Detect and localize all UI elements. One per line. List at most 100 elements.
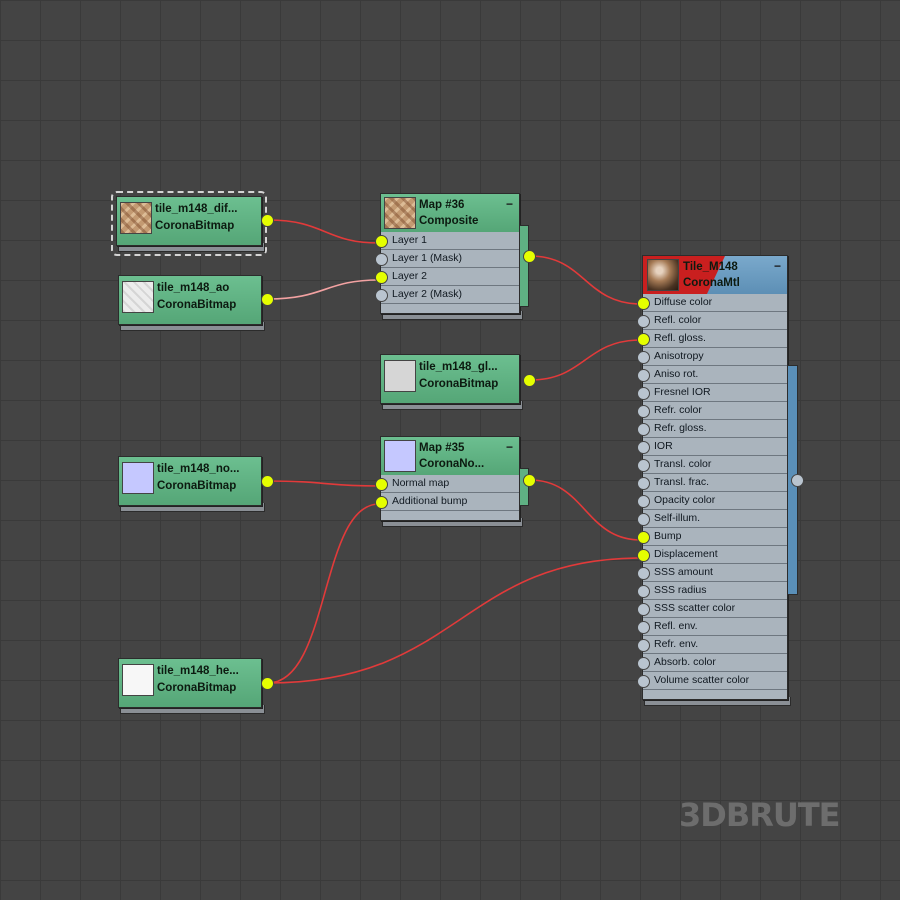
output-socket[interactable] xyxy=(261,214,274,227)
input-socket[interactable] xyxy=(637,585,650,598)
lavender-normal-thumbnail xyxy=(122,462,154,494)
node-type: CoronaBitmap xyxy=(155,220,235,232)
material-slot-list: Diffuse color Refl. color Refl. gloss. Anis… xyxy=(637,294,787,689)
input-socket[interactable] xyxy=(637,297,650,310)
slot-self-illum[interactable]: Self-illum. xyxy=(637,510,787,528)
node-height-bitmap[interactable]: tile_m148_he... CoronaBitmap xyxy=(118,658,274,714)
slot-layer-2[interactable]: Layer 2 xyxy=(375,268,519,286)
lavender-normal-thumbnail xyxy=(384,440,416,472)
node-normal-bitmap[interactable]: tile_m148_no... CoronaBitmap xyxy=(118,456,274,512)
wire-composite-to-diffuse[interactable] xyxy=(529,255,642,305)
wire-ao-to-layer2[interactable] xyxy=(267,279,380,300)
slot-transl-frac[interactable]: Transl. frac. xyxy=(637,474,787,492)
slot-refr-env[interactable]: Refr. env. xyxy=(637,636,787,654)
slot-normal-map[interactable]: Normal map xyxy=(375,475,519,493)
slot-refl-gloss[interactable]: Refl. gloss. xyxy=(637,330,787,348)
material-output-socket[interactable] xyxy=(791,474,804,487)
slot-opacity-color[interactable]: Opacity color xyxy=(637,492,787,510)
slot-displacement[interactable]: Displacement xyxy=(637,546,787,564)
input-socket[interactable] xyxy=(637,405,650,418)
minimize-icon[interactable]: − xyxy=(506,440,513,454)
node-name: tile_m148_ao xyxy=(157,282,230,294)
input-socket[interactable] xyxy=(637,621,650,634)
input-socket[interactable] xyxy=(375,253,388,266)
slot-refr-gloss[interactable]: Refr. gloss. xyxy=(637,420,787,438)
node-footer xyxy=(381,303,519,313)
node-name: Map #36 xyxy=(419,199,465,211)
input-socket[interactable] xyxy=(375,496,388,509)
input-socket[interactable] xyxy=(375,478,388,491)
slot-ior[interactable]: IOR xyxy=(637,438,787,456)
input-socket[interactable] xyxy=(637,675,650,688)
node-diffuse-bitmap[interactable]: tile_m148_dif... CoronaBitmap xyxy=(111,191,274,256)
grey-gloss-thumbnail xyxy=(384,360,416,392)
input-socket[interactable] xyxy=(637,657,650,670)
node-composite-map[interactable]: Map #36 Composite − Layer 1 Layer 1 (Mas… xyxy=(375,193,536,320)
node-footer xyxy=(381,510,519,520)
slot-layer-1-mask[interactable]: Layer 1 (Mask) xyxy=(375,250,519,268)
node-corona-material[interactable]: Tile_M148 CoronaMtl − Diffuse color Refl.… xyxy=(637,255,804,706)
output-socket[interactable] xyxy=(523,474,536,487)
slot-aniso-rot[interactable]: Aniso rot. xyxy=(637,366,787,384)
wire-normal-to-normalmap[interactable] xyxy=(267,480,380,487)
wire-height-to-additional-bump[interactable] xyxy=(267,503,380,684)
slot-transl-color[interactable]: Transl. color xyxy=(637,456,787,474)
slot-anisotropy[interactable]: Anisotropy xyxy=(637,348,787,366)
input-socket[interactable] xyxy=(637,477,650,490)
slot-layer-2-mask[interactable]: Layer 2 (Mask) xyxy=(375,286,519,303)
input-socket[interactable] xyxy=(375,271,388,284)
node-ao-bitmap[interactable]: tile_m148_ao CoronaBitmap xyxy=(118,275,274,331)
slot-sss-radius[interactable]: SSS radius xyxy=(637,582,787,600)
node-corona-normal-map[interactable]: Map #35 CoronaNo... − Normal map Additio… xyxy=(375,436,536,527)
slot-fresnel-ior[interactable]: Fresnel IOR xyxy=(637,384,787,402)
wire-height-to-displacement[interactable] xyxy=(267,557,642,684)
input-socket[interactable] xyxy=(637,549,650,562)
white-height-thumbnail xyxy=(122,664,154,696)
input-socket[interactable] xyxy=(637,423,650,436)
input-socket[interactable] xyxy=(375,289,388,302)
input-socket[interactable] xyxy=(637,495,650,508)
minimize-icon[interactable]: − xyxy=(506,197,513,211)
input-socket[interactable] xyxy=(637,333,650,346)
minimize-icon[interactable]: − xyxy=(774,259,781,273)
input-socket[interactable] xyxy=(637,567,650,580)
material-sphere-thumbnail xyxy=(647,259,679,291)
slot-additional-bump[interactable]: Additional bump xyxy=(375,493,519,510)
slot-sss-amount[interactable]: SSS amount xyxy=(637,564,787,582)
input-socket[interactable] xyxy=(637,459,650,472)
output-socket[interactable] xyxy=(523,250,536,263)
output-socket[interactable] xyxy=(261,293,274,306)
input-socket[interactable] xyxy=(637,387,650,400)
wire-gloss-to-refl-gloss[interactable] xyxy=(529,339,642,381)
input-socket[interactable] xyxy=(637,513,650,526)
input-socket[interactable] xyxy=(637,315,650,328)
tile-pattern-thumbnail xyxy=(120,202,152,234)
slot-diffuse-color[interactable]: Diffuse color xyxy=(637,294,787,312)
node-side-tab[interactable] xyxy=(520,225,529,307)
node-type: CoronaBitmap xyxy=(157,682,237,694)
input-socket[interactable] xyxy=(637,441,650,454)
slot-refl-color[interactable]: Refl. color xyxy=(637,312,787,330)
slot-volume-scatter-color[interactable]: Volume scatter color xyxy=(637,672,787,689)
wire-normalmap-to-bump[interactable] xyxy=(529,479,642,541)
input-socket[interactable] xyxy=(637,639,650,652)
node-name: tile_m148_no... xyxy=(157,463,240,475)
input-socket[interactable] xyxy=(637,531,650,544)
slot-absorb-color[interactable]: Absorb. color xyxy=(637,654,787,672)
slot-layer-1[interactable]: Layer 1 xyxy=(375,232,519,250)
input-socket[interactable] xyxy=(637,603,650,616)
output-socket[interactable] xyxy=(261,475,274,488)
slot-sss-scatter-color[interactable]: SSS scatter color xyxy=(637,600,787,618)
input-socket[interactable] xyxy=(637,351,650,364)
wire-diffuse-to-layer1[interactable] xyxy=(267,219,380,244)
input-socket[interactable] xyxy=(637,369,650,382)
node-gloss-bitmap[interactable]: tile_m148_gl... CoronaBitmap xyxy=(380,354,536,410)
output-socket[interactable] xyxy=(261,677,274,690)
slot-refl-env[interactable]: Refl. env. xyxy=(637,618,787,636)
slot-refr-color[interactable]: Refr. color xyxy=(637,402,787,420)
node-type: CoronaNo... xyxy=(419,458,485,470)
slot-bump[interactable]: Bump xyxy=(637,528,787,546)
output-socket[interactable] xyxy=(523,374,536,387)
input-socket[interactable] xyxy=(375,235,388,248)
tile-pattern-thumbnail xyxy=(384,197,416,229)
